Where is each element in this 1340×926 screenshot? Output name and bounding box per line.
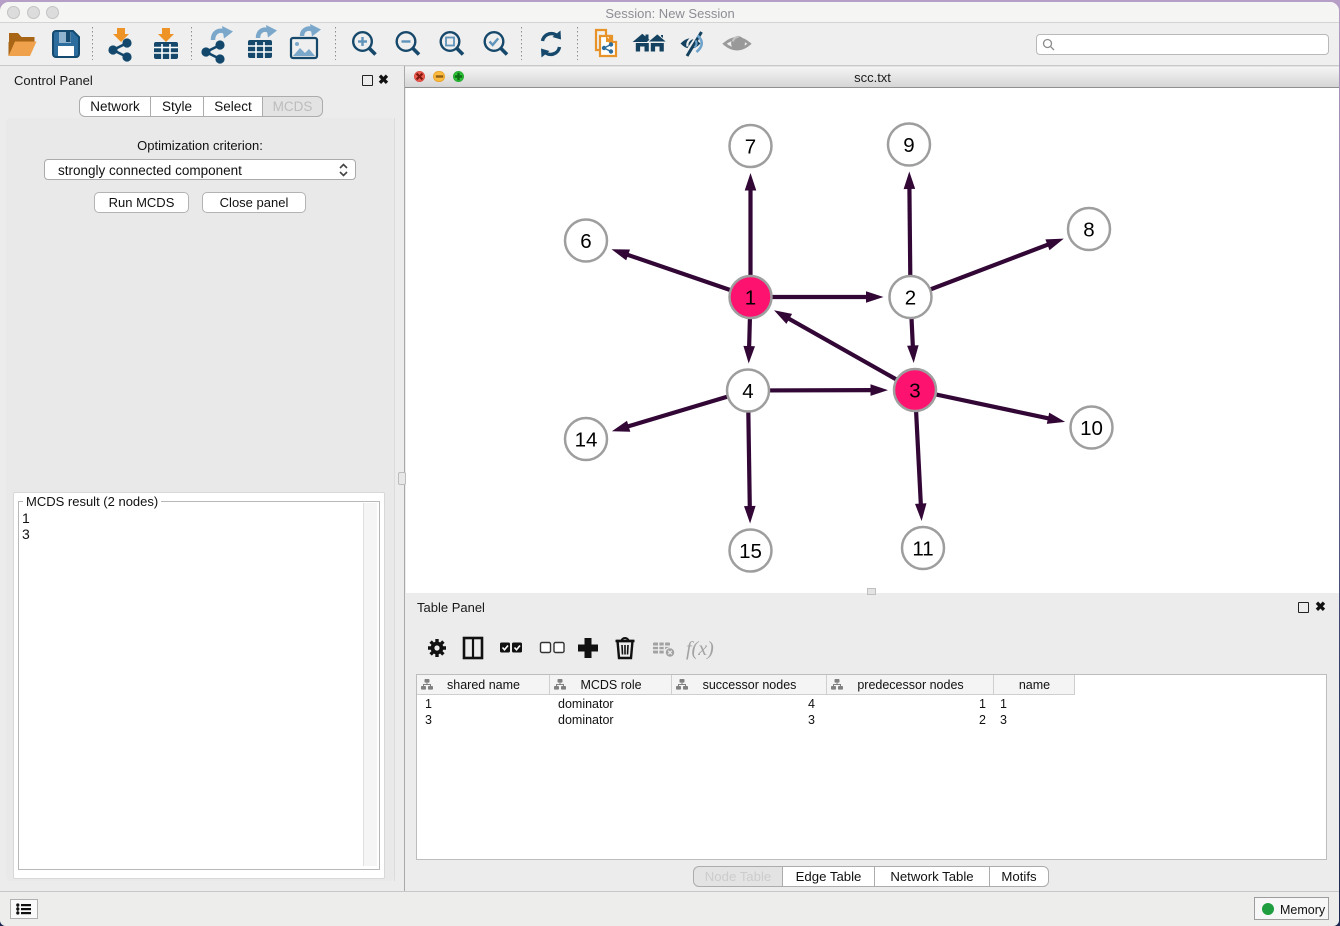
svg-text:10: 10 — [1080, 417, 1103, 440]
svg-text:7: 7 — [745, 135, 756, 158]
svg-text:14: 14 — [575, 428, 598, 451]
svg-text:8: 8 — [1083, 218, 1094, 241]
svg-text:9: 9 — [903, 134, 914, 157]
svg-text:3: 3 — [909, 379, 920, 402]
svg-text:15: 15 — [739, 540, 762, 563]
svg-text:6: 6 — [580, 230, 591, 253]
svg-text:4: 4 — [742, 380, 753, 403]
svg-text:11: 11 — [912, 537, 933, 560]
svg-text:f(x): f(x) — [686, 638, 714, 660]
svg-text:1: 1 — [745, 286, 756, 309]
svg-text:2: 2 — [905, 286, 916, 309]
